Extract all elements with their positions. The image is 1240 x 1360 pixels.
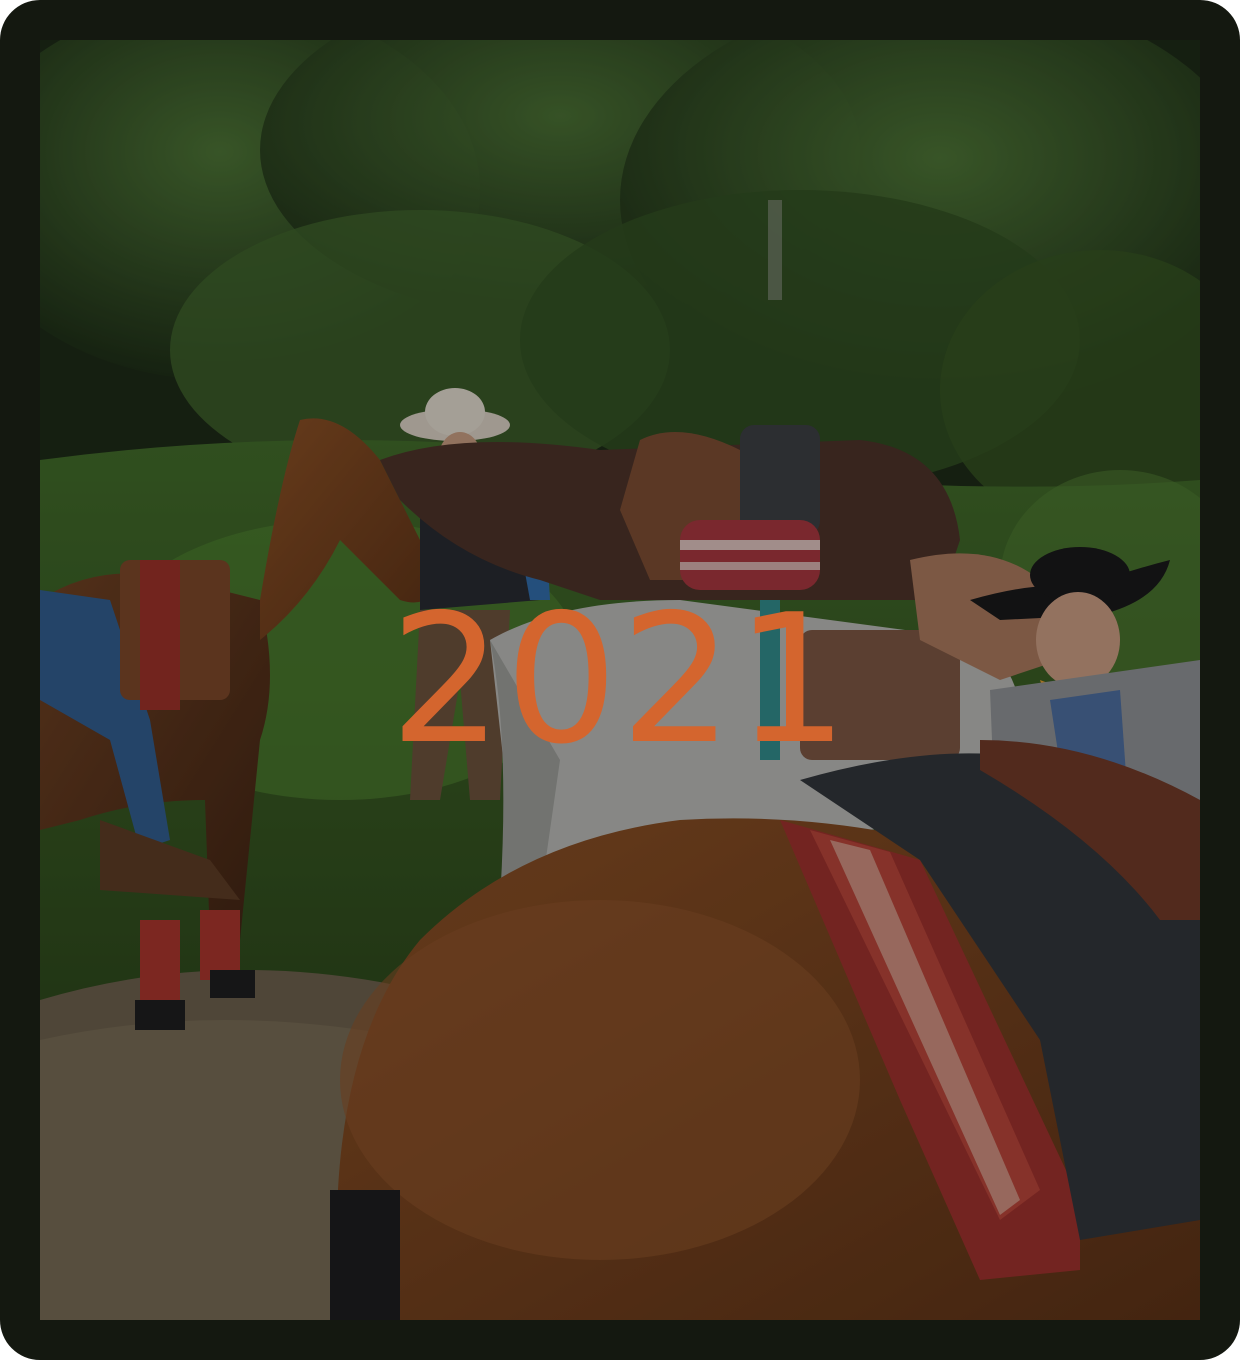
- trail-ride-photo: 2021: [40, 40, 1200, 1320]
- year-card-2021[interactable]: 2021: [0, 0, 1240, 1360]
- year-label: 2021: [389, 576, 851, 783]
